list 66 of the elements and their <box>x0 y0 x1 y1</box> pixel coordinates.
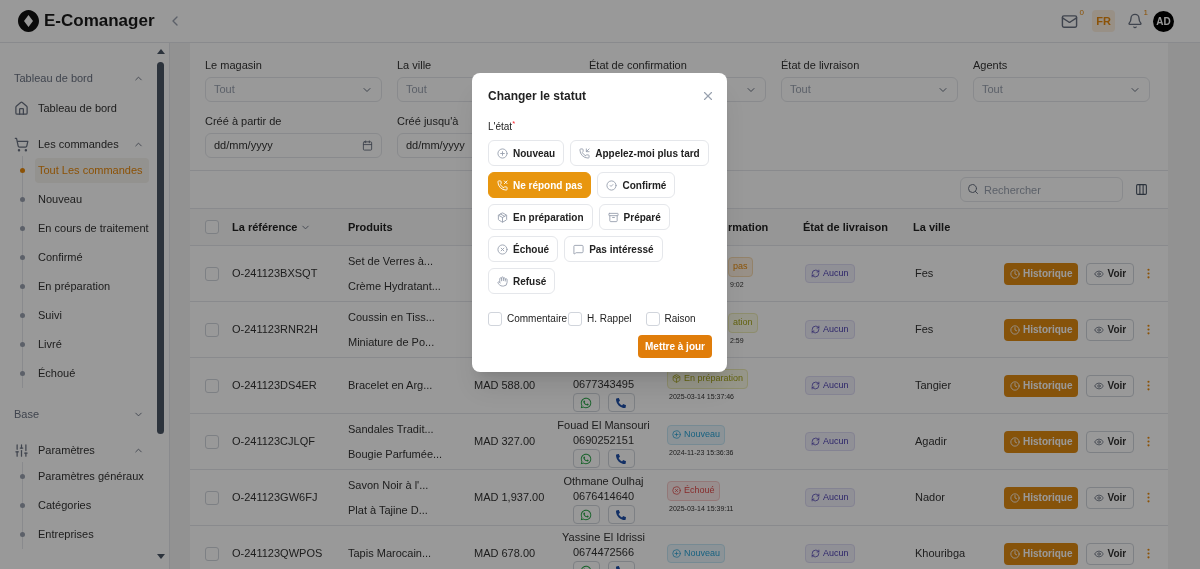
order-price: MAD 327.00 <box>474 435 536 448</box>
field-label: L'état$^{*}$ <box>488 119 516 134</box>
dialog-title: Changer le statut <box>488 88 586 105</box>
product-name: Miniature de Po... <box>348 335 436 350</box>
order-reference: O-241123DS4ER <box>231 378 318 394</box>
product-name: Bougie Parfumée... <box>348 447 444 462</box>
product-name: Tapis Marocain... <box>348 546 433 562</box>
status-badge: Nouveau <box>667 425 726 445</box>
checkbox-label: Raison <box>664 312 696 326</box>
filter-label: La ville <box>397 58 432 72</box>
column-header: État de livraison <box>803 219 888 235</box>
client-name: Othmane Oulhaj <box>563 475 644 488</box>
app-name: E-Comanager <box>44 10 155 33</box>
city-name: Fes <box>914 322 935 338</box>
column-header: La référence <box>232 219 298 235</box>
order-reference: O-241123QWPOS <box>231 546 324 562</box>
filter-label: État de confirmation <box>589 58 687 72</box>
client-phone: 0690252151 <box>572 434 635 447</box>
product-name: Bracelet en Arg... <box>348 378 434 394</box>
client-phone: 0677343495 <box>572 378 635 391</box>
status-badge: Échoué <box>667 481 720 501</box>
product-name: Crème Hydratant... <box>348 279 442 294</box>
city-name: Nador <box>914 490 946 506</box>
column-header: rmation <box>728 219 769 235</box>
checkbox-label: Commentaire <box>507 312 568 326</box>
filter-label: Créé jusqu'à <box>397 114 459 128</box>
filter-label: État de livraison <box>781 58 860 72</box>
delivery-badge: Aucun <box>805 543 855 564</box>
delivery-badge: Aucun <box>805 487 855 508</box>
order-reference: O-241123GW6FJ <box>231 490 319 506</box>
checkbox-label: H. Rappel <box>587 312 632 326</box>
client-name: Fouad El Mansouri <box>557 419 650 432</box>
city-name: Khouribga <box>914 546 967 562</box>
product-name: Plat à Tajine D... <box>348 503 429 518</box>
client-phone: 0674472566 <box>572 546 635 559</box>
product-name: Sandales Tradit... <box>348 421 435 437</box>
product-name: Set de Verres à... <box>348 253 434 269</box>
city-name: Agadir <box>914 434 948 450</box>
order-reference: O-241123BXSQT <box>231 266 319 282</box>
client-phone: 0676414640 <box>572 490 635 503</box>
order-price: MAD 588.00 <box>474 379 536 392</box>
order-reference: O-241123CJLQF <box>231 434 316 450</box>
section-heading: Tableau de bord <box>14 70 93 86</box>
client-name: Yassine El Idrissi <box>562 531 645 544</box>
delivery-badge: Aucun <box>805 431 855 452</box>
filter-label: Créé à partir de <box>205 114 282 128</box>
order-reference: O-241123RNR2H <box>231 322 319 338</box>
order-price: MAD 1,937.00 <box>474 491 545 504</box>
city-name: Tangier <box>914 378 953 394</box>
filter-label: Agents <box>973 58 1008 72</box>
delivery-badge: Aucun <box>805 375 855 396</box>
status-badge: Nouveau <box>667 543 726 564</box>
product-name: Coussin en Tiss... <box>348 309 436 325</box>
column-header: Produits <box>348 219 393 235</box>
filter-label: Le magasin <box>205 58 262 72</box>
section-heading: Base <box>14 406 40 422</box>
city-name: Fes <box>914 266 935 282</box>
delivery-badge: Aucun <box>805 263 855 284</box>
status-badge: ation <box>728 313 758 333</box>
delivery-badge: Aucun <box>805 319 855 340</box>
column-header: La ville <box>913 219 951 235</box>
order-price: MAD 678.00 <box>474 547 536 560</box>
status-badge: pas <box>728 257 753 277</box>
notification-count: 1 <box>1143 7 1148 19</box>
product-name: Savon Noir à l'... <box>348 477 430 493</box>
mail-count: 0 <box>1079 6 1084 19</box>
